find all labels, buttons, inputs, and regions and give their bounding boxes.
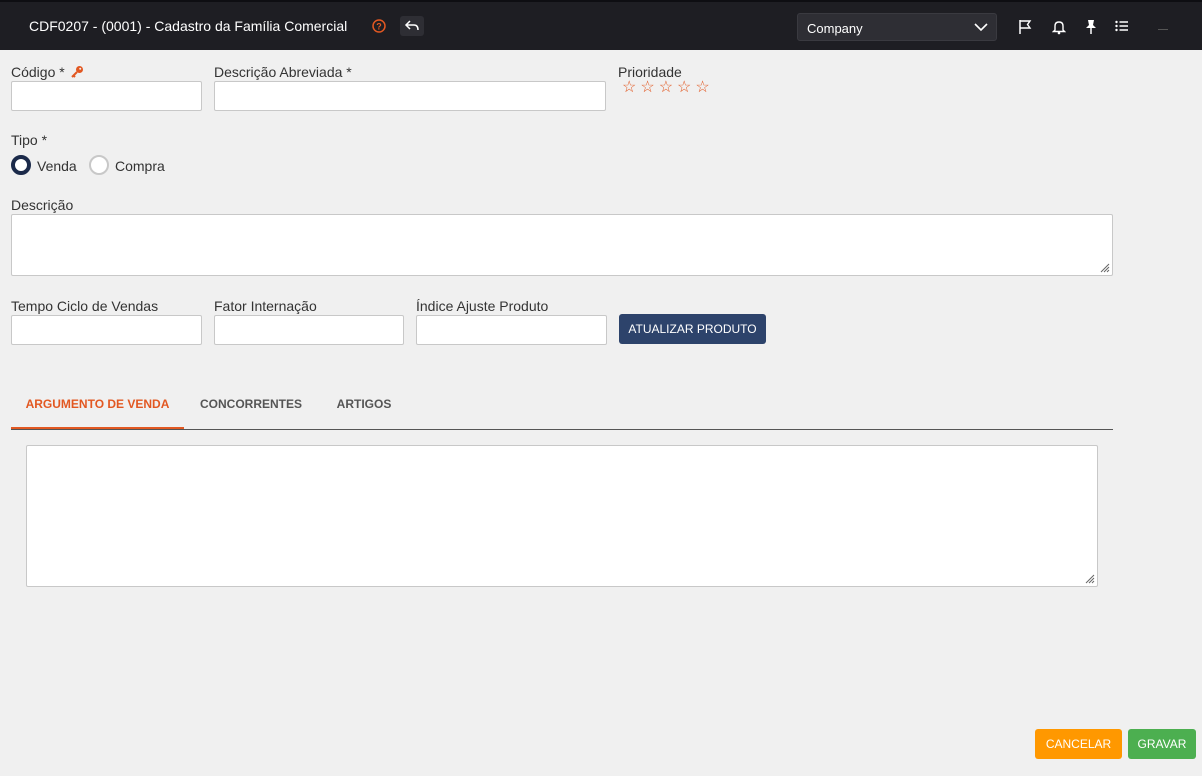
fator-internacao-label: Fator Internação — [214, 298, 317, 314]
fator-internacao-input[interactable] — [214, 315, 404, 345]
descricao-abreviada-input[interactable] — [214, 81, 606, 111]
resize-grip-icon[interactable] — [1083, 572, 1095, 584]
descricao-abreviada-label: Descrição Abreviada * — [214, 64, 352, 80]
key-icon — [70, 65, 84, 82]
tab-argumento-de-venda[interactable]: ARGUMENTO DE VENDA — [11, 380, 184, 429]
back-icon — [404, 20, 419, 31]
radio-venda[interactable] — [11, 155, 31, 175]
bell-icon[interactable] — [1051, 19, 1068, 35]
resize-grip-icon[interactable] — [1098, 261, 1110, 273]
tab-concorrentes[interactable]: CONCORRENTES — [194, 380, 308, 429]
pin-icon[interactable] — [1085, 19, 1101, 35]
star-icon[interactable]: ☆ — [622, 80, 636, 96]
company-select-value: Company — [807, 21, 863, 36]
list-icon[interactable] — [1115, 19, 1131, 35]
tipo-label: Tipo * — [11, 132, 48, 148]
star-icon[interactable]: ☆ — [640, 80, 654, 96]
argumento-venda-textarea[interactable] — [26, 445, 1098, 587]
codigo-label: Código * — [11, 64, 65, 80]
help-icon[interactable]: ? — [372, 19, 386, 33]
top-bar: CDF0207 - (0001) - Cadastro da Família C… — [0, 0, 1202, 50]
radio-compra[interactable] — [89, 155, 109, 175]
star-icon[interactable]: ☆ — [677, 80, 691, 96]
cancel-button[interactable]: CANCELAR — [1035, 729, 1122, 759]
indice-ajuste-label: Índice Ajuste Produto — [416, 298, 549, 314]
tempo-ciclo-label: Tempo Ciclo de Vendas — [11, 298, 159, 314]
flag-icon[interactable] — [1018, 19, 1034, 35]
company-select[interactable]: Company — [797, 13, 997, 41]
page-title: CDF0207 - (0001) - Cadastro da Família C… — [29, 18, 348, 34]
svg-text:?: ? — [376, 22, 382, 32]
star-icon[interactable]: ☆ — [695, 80, 709, 96]
descricao-label: Descrição — [11, 197, 74, 213]
radio-compra-label: Compra — [115, 158, 165, 174]
chevron-down-icon — [974, 23, 988, 32]
save-button[interactable]: GRAVAR — [1128, 729, 1196, 759]
tab-artigos[interactable]: ARTIGOS — [329, 380, 399, 429]
star-icon[interactable]: ☆ — [659, 80, 673, 96]
tab-bar: ARGUMENTO DE VENDA CONCORRENTES ARTIGOS — [11, 380, 1113, 430]
codigo-input[interactable] — [11, 81, 202, 111]
tempo-ciclo-input[interactable] — [11, 315, 202, 345]
back-button[interactable] — [400, 16, 424, 36]
atualizar-produto-button[interactable]: ATUALIZAR PRODUTO — [619, 314, 766, 344]
prioridade-rating[interactable]: ☆ ☆ ☆ ☆ ☆ — [622, 80, 710, 96]
indice-ajuste-input[interactable] — [416, 315, 607, 345]
descricao-textarea[interactable] — [11, 214, 1113, 276]
prioridade-label: Prioridade — [618, 64, 682, 80]
minimize-indicator[interactable] — [1158, 29, 1168, 30]
radio-venda-label: Venda — [37, 158, 77, 174]
